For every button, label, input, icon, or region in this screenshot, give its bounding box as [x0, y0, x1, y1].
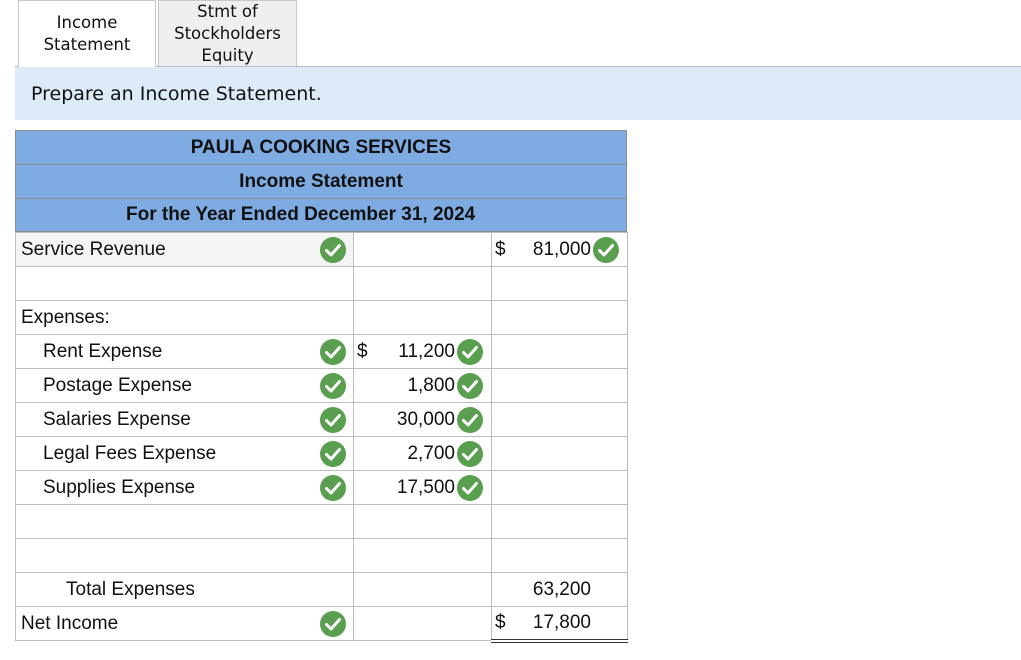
net-income-col1-cell[interactable] [353, 606, 492, 641]
blank-col2-cell[interactable] [491, 266, 628, 301]
check-circle-icon [320, 236, 346, 263]
table-row: Supplies Expense 17,500 [15, 470, 628, 505]
expenses-heading-col2[interactable] [491, 300, 628, 335]
expense-label: Supplies Expense [43, 476, 196, 498]
table-row: Postage Expense 1,800 [15, 368, 628, 403]
expense-amount: 30,000 [396, 408, 455, 430]
total-expenses-label-cell[interactable]: Total Expenses [15, 572, 354, 607]
check-circle-icon [457, 372, 483, 399]
check-circle-icon [320, 474, 346, 501]
revenue-col1-cell[interactable] [353, 232, 492, 267]
revenue-amount: 81,000 [532, 238, 591, 260]
net-income-amount: 17,800 [532, 611, 591, 633]
total-expenses-amount-cell[interactable]: 63,200 [491, 572, 628, 607]
total-expenses-label: Total Expenses [66, 578, 195, 600]
check-circle-icon [593, 236, 619, 263]
dollar-sign: $ [495, 611, 506, 633]
expense-col2-cell[interactable] [491, 402, 628, 437]
expense-amount: 17,500 [396, 476, 455, 498]
table-row: Salaries Expense 30,000 [15, 402, 628, 437]
table-row: Total Expenses 63,200 [15, 572, 628, 607]
blank-label-cell[interactable] [15, 266, 354, 301]
expense-col2-cell[interactable] [491, 470, 628, 505]
instructions-text: Prepare an Income Statement. [31, 82, 322, 105]
table-row: Net Income $ 17,800 [15, 606, 628, 643]
expense-label: Rent Expense [43, 340, 163, 362]
total-expenses-col1-cell[interactable] [353, 572, 492, 607]
expense-amount-cell[interactable]: $ 11,200 [353, 334, 492, 369]
table-row [15, 266, 628, 301]
net-income-amount-cell[interactable]: $ 17,800 [491, 606, 628, 643]
expense-amount-cell[interactable]: 1,800 [353, 368, 492, 403]
check-circle-icon [457, 406, 483, 433]
expense-amount: 11,200 [398, 340, 455, 362]
blank-label-cell[interactable] [15, 538, 354, 573]
income-statement-form: PAULA COOKING SERVICES Income Statement … [15, 130, 628, 643]
tab-stmt-of-stockholders-equity[interactable]: Stmt of Stockholders Equity [158, 0, 297, 66]
expense-amount: 1,800 [407, 374, 455, 396]
expense-amount-cell[interactable]: 30,000 [353, 402, 492, 437]
expenses-heading: Expenses: [21, 306, 110, 328]
table-row [15, 504, 628, 539]
check-circle-icon [457, 338, 483, 365]
dollar-sign: $ [357, 340, 368, 362]
blank-label-cell[interactable] [15, 504, 354, 539]
expense-label: Salaries Expense [43, 408, 191, 430]
expense-label: Postage Expense [43, 374, 192, 396]
expense-amount-cell[interactable]: 17,500 [353, 470, 492, 505]
table-row: Service Revenue $ 81,000 [15, 232, 628, 267]
expenses-heading-cell[interactable]: Expenses: [15, 300, 354, 335]
expense-label-cell[interactable]: Legal Fees Expense [15, 436, 354, 471]
blank-col1-cell[interactable] [353, 538, 492, 573]
blank-col2-cell[interactable] [491, 504, 628, 539]
expense-col2-cell[interactable] [491, 436, 628, 471]
check-circle-icon [320, 338, 346, 365]
check-circle-icon [320, 406, 346, 433]
table-row: Expenses: [15, 300, 628, 335]
check-circle-icon [320, 372, 346, 399]
check-circle-icon [320, 610, 346, 637]
expenses-heading-col1[interactable] [353, 300, 492, 335]
blank-col1-cell[interactable] [353, 266, 492, 301]
revenue-label-cell[interactable]: Service Revenue [15, 232, 354, 267]
instructions-banner: Prepare an Income Statement. [15, 67, 1021, 120]
expense-col2-cell[interactable] [491, 334, 628, 369]
check-circle-icon [457, 474, 483, 501]
tab-bar: Income Statement Stmt of Stockholders Eq… [15, 0, 1021, 67]
expense-label-cell[interactable]: Salaries Expense [15, 402, 354, 437]
statement-grid: Service Revenue $ 81,000 Expenses: Rent … [15, 232, 628, 643]
table-row: Rent Expense $ 11,200 [15, 334, 628, 369]
expense-label-cell[interactable]: Rent Expense [15, 334, 354, 369]
total-expenses-amount: 63,200 [532, 578, 591, 600]
expense-amount-cell[interactable]: 2,700 [353, 436, 492, 471]
check-circle-icon [320, 440, 346, 467]
expense-amount: 2,700 [407, 442, 455, 464]
blank-col2-cell[interactable] [491, 538, 628, 573]
blank-col1-cell[interactable] [353, 504, 492, 539]
dollar-sign: $ [495, 238, 506, 260]
company-name: PAULA COOKING SERVICES [15, 130, 627, 164]
table-row: Legal Fees Expense 2,700 [15, 436, 628, 471]
revenue-label: Service Revenue [21, 238, 166, 260]
tab-income-statement[interactable]: Income Statement [18, 0, 156, 67]
revenue-amount-cell[interactable]: $ 81,000 [491, 232, 628, 267]
statement-title: Income Statement [15, 164, 627, 198]
table-row [15, 538, 628, 573]
expense-label: Legal Fees Expense [43, 442, 217, 464]
expense-label-cell[interactable]: Postage Expense [15, 368, 354, 403]
statement-period: For the Year Ended December 31, 2024 [15, 198, 627, 232]
net-income-label: Net Income [21, 612, 119, 634]
expense-col2-cell[interactable] [491, 368, 628, 403]
expense-label-cell[interactable]: Supplies Expense [15, 470, 354, 505]
check-circle-icon [457, 440, 483, 467]
net-income-label-cell[interactable]: Net Income [15, 606, 354, 641]
